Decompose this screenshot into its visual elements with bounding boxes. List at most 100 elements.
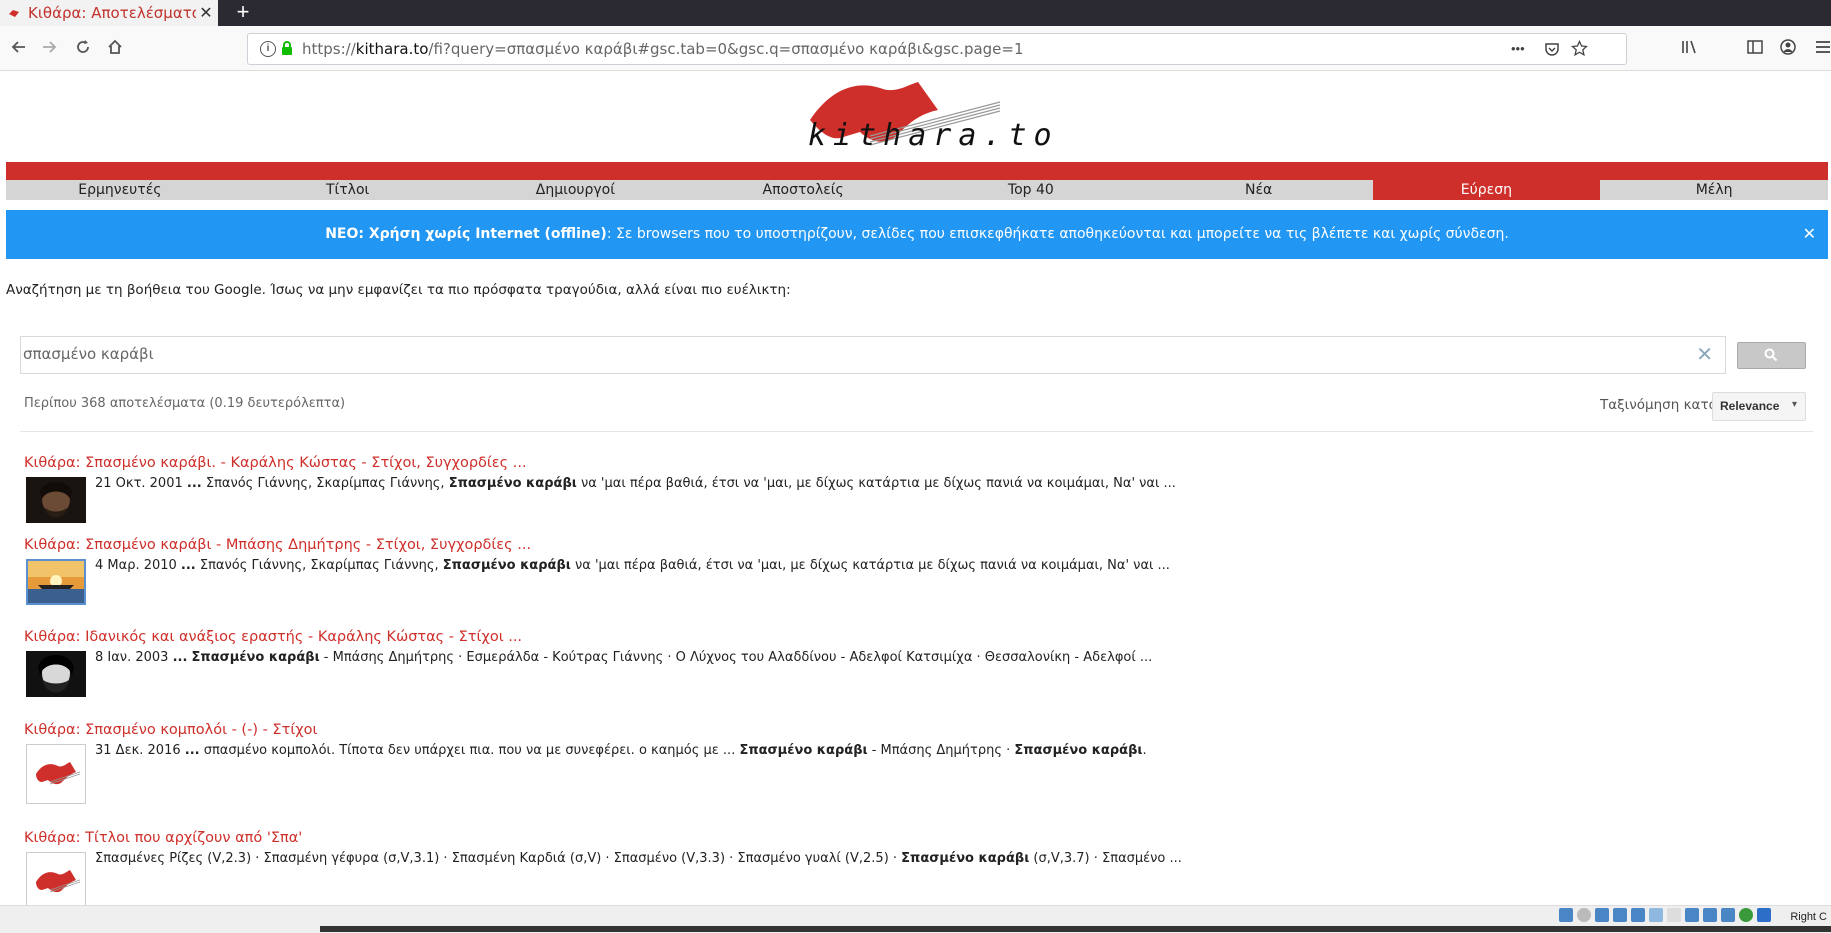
url-domain: kithara.to [355, 40, 429, 58]
tray-icon[interactable] [1613, 908, 1627, 922]
menu-item-performers[interactable]: Ερμηνευτές [6, 180, 234, 200]
result-snippet-text: - Μπάσης Δημήτρης · [867, 743, 1015, 758]
tray-icon[interactable] [1649, 908, 1663, 922]
sort-select[interactable]: Relevance ▾ [1712, 392, 1806, 421]
tray-icon[interactable] [1703, 908, 1717, 922]
result-snippet-highlight: Σπασμένο καράβι [191, 650, 320, 665]
tray-icon[interactable] [1667, 908, 1681, 922]
search-result: Κιθάρα: Σπασμένο κομπολόι - (-) - Στίχοι… [24, 722, 1804, 804]
result-snippet: 31 Δεκ. 2016 ... σπασμένο κομπολόι. Τίπο… [95, 743, 1147, 758]
page-actions-icon[interactable]: ••• [1511, 41, 1525, 56]
new-tab-button[interactable]: + [230, 0, 256, 26]
result-ellipsis: ... [172, 650, 188, 665]
header-red-bar [6, 162, 1828, 180]
search-button[interactable] [1737, 342, 1806, 369]
sort-label: Ταξινόμηση κατά: [1600, 397, 1723, 413]
tray-icon[interactable] [1721, 908, 1735, 922]
menu-item-creators[interactable]: Δημιουργοί [462, 180, 690, 200]
result-date: 21 Οκτ. 2001 [95, 476, 187, 491]
vm-tray-icons [1559, 908, 1771, 922]
result-snippet-text: Σπανός Γιάννης, Σκαρίμπας Γιάννης, [195, 558, 443, 573]
close-banner-icon[interactable]: ✕ [1803, 224, 1816, 244]
result-snippet-text: Σπασμένες Ρίζες (V,2.3) · Σπασμένη γέφυρ… [95, 851, 902, 866]
result-date: 31 Δεκ. 2016 [95, 743, 185, 758]
menu-item-members[interactable]: Μέλη [1600, 180, 1828, 200]
tray-icon[interactable] [1685, 908, 1699, 922]
result-snippet: Σπασμένες Ρίζες (V,2.3) · Σπασμένη γέφυρ… [95, 851, 1182, 866]
tray-icon[interactable] [1595, 908, 1609, 922]
home-icon[interactable] [104, 38, 126, 60]
forward-icon[interactable] [38, 38, 60, 60]
menu-icon[interactable] [1814, 38, 1830, 56]
account-icon[interactable] [1779, 38, 1797, 56]
result-snippet: 4 Μαρ. 2010 ... Σπανός Γιάννης, Σκαρίμπα… [95, 558, 1170, 573]
result-date: 8 Ιαν. 2003 [95, 650, 173, 665]
search-result: Κιθάρα: Σπασμένο καράβι - Μπάσης Δημήτρη… [24, 537, 1804, 605]
result-snippet-highlight: Σπασμένο καράβι [901, 851, 1030, 866]
result-thumbnail-portrait[interactable] [26, 477, 86, 523]
url-bar[interactable]: i https://kithara.to/fi?query=σπασμένο κ… [247, 33, 1627, 65]
search-input[interactable]: σπασμένο καράβι ✕ [20, 336, 1726, 374]
result-title-link[interactable]: Κιθάρα: Ιδανικός και ανάξιος εραστής - Κ… [24, 629, 1804, 645]
result-thumbnail-portrait[interactable] [26, 651, 86, 697]
tray-icon[interactable] [1577, 908, 1591, 922]
lock-icon[interactable] [280, 40, 294, 56]
pocket-icon[interactable] [1544, 41, 1560, 57]
result-snippet-highlight: Σπασμένο καράβι [442, 558, 571, 573]
clear-search-icon[interactable]: ✕ [1696, 342, 1713, 367]
site-info-icon[interactable]: i [260, 41, 276, 57]
result-snippet-text: να 'μαι πέρα βαθιά, έτσι να 'μαι, με δίχ… [576, 476, 1176, 491]
results-divider [20, 431, 1813, 432]
menu-item-senders[interactable]: Αποστολείς [689, 180, 917, 200]
bookmark-star-icon[interactable] [1571, 40, 1588, 57]
result-title-link[interactable]: Κιθάρα: Σπασμένο κομπολόι - (-) - Στίχοι [24, 722, 1804, 738]
offline-notice-banner: ΝΕΟ: Χρήση χωρίς Internet (offline): Σε … [6, 210, 1828, 259]
search-intro-text: Αναζήτηση με τη βοήθεια του Google. Ίσως… [6, 282, 791, 298]
tray-icon[interactable] [1559, 908, 1573, 922]
search-result: Κιθάρα: Ιδανικός και ανάξιος εραστής - Κ… [24, 629, 1804, 697]
close-tab-icon[interactable]: ✕ [196, 3, 216, 23]
main-menu: Ερμηνευτές Τίτλοι Δημιουργοί Αποστολείς … [6, 180, 1828, 200]
status-bar-edge [320, 926, 1831, 932]
browser-toolbar: i https://kithara.to/fi?query=σπασμένο κ… [0, 26, 1831, 71]
menu-item-top40[interactable]: Top 40 [917, 180, 1145, 200]
result-snippet-text: - Μπάσης Δημήτρης · Εσμεράλδα - Κούτρας … [319, 650, 1153, 665]
result-ellipsis: ... [180, 558, 196, 573]
result-ellipsis: ... [186, 476, 202, 491]
result-thumbnail-sunset-ship[interactable] [26, 559, 86, 605]
library-icon[interactable] [1680, 38, 1698, 56]
tray-icon[interactable] [1757, 908, 1771, 922]
back-icon[interactable] [8, 38, 30, 60]
menu-item-search[interactable]: Εύρεση [1372, 180, 1601, 200]
menu-item-news[interactable]: Νέα [1145, 180, 1373, 200]
chevron-down-icon: ▾ [1791, 399, 1797, 410]
result-snippet: 8 Ιαν. 2003 ... Σπασμένο καράβι - Μπάσης… [95, 650, 1152, 665]
result-snippet-text: (σ,V,3.7) · Σπασμένο ... [1029, 851, 1182, 866]
logo-text[interactable]: kithara.to [808, 118, 1059, 153]
browser-tab[interactable]: Κιθάρα: Αποτελέσματα α ✕ [0, 0, 218, 26]
search-input-value[interactable]: σπασμένο καράβι [23, 345, 154, 363]
tray-icon[interactable] [1631, 908, 1645, 922]
tab-title: Κιθάρα: Αποτελέσματα α [28, 4, 196, 22]
result-snippet-text: να 'μαι πέρα βαθιά, έτσι να 'μαι, με δίχ… [570, 558, 1170, 573]
result-thumbnail-logo-icon[interactable] [26, 744, 86, 804]
banner-bold-text: ΝΕΟ: Χρήση χωρίς Internet (offline) [325, 226, 607, 242]
url-text[interactable]: https://kithara.to/fi?query=σπασμένο καρ… [302, 40, 1024, 58]
result-snippet-text: σπασμένο κομπολόι. Τίποτα δεν υπάρχει πι… [199, 743, 740, 758]
result-snippet-highlight: Σπασμένο καράβι [1014, 743, 1143, 758]
tray-icon[interactable] [1739, 908, 1753, 922]
result-snippet-highlight: Σπασμένο καράβι [448, 476, 577, 491]
result-thumbnail-logo-icon[interactable] [26, 852, 86, 912]
url-path: /fi?query=σπασμένο καράβι#gsc.tab=0&gsc.… [428, 40, 1024, 58]
menu-item-titles[interactable]: Τίτλοι [234, 180, 462, 200]
search-result: Κιθάρα: Σπασμένο καράβι. - Καράλης Κώστα… [24, 455, 1804, 523]
reload-icon[interactable] [72, 38, 94, 60]
host-key-label: Right C [1790, 911, 1827, 923]
result-count: Περίπου 368 αποτελέσματα (0.19 δευτερόλε… [24, 396, 346, 411]
result-title-link[interactable]: Κιθάρα: Τίτλοι που αρχίζουν από 'Σπα' [24, 830, 1804, 846]
result-snippet: 21 Οκτ. 2001 ... Σπανός Γιάννης, Σκαρίμπ… [95, 476, 1176, 491]
sidebar-icon[interactable] [1746, 38, 1764, 56]
result-title-link[interactable]: Κιθάρα: Σπασμένο καράβι - Μπάσης Δημήτρη… [24, 537, 1804, 553]
banner-body-text: : Σε browsers που το υποστηρίζουν, σελίδ… [606, 226, 1509, 242]
result-title-link[interactable]: Κιθάρα: Σπασμένο καράβι. - Καράλης Κώστα… [24, 455, 1804, 471]
